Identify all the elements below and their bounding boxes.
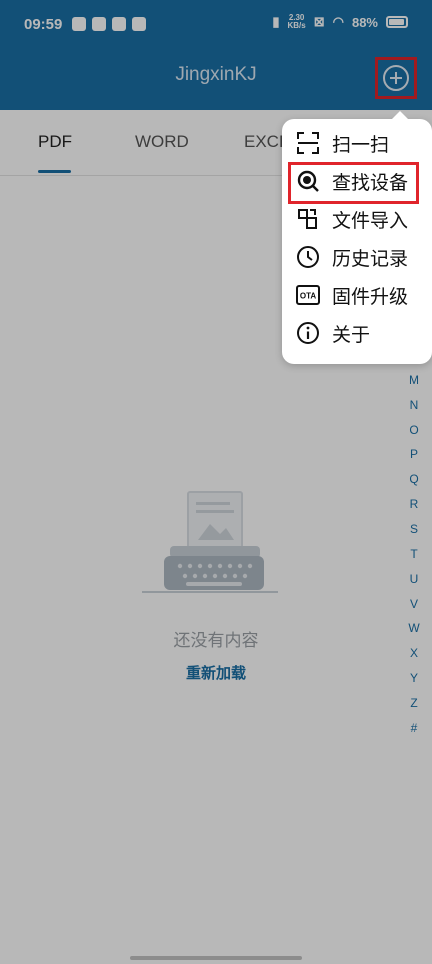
menu-item-scan[interactable]: 扫一扫 — [282, 124, 432, 162]
popup-menu: 扫一扫 查找设备 文件导入 历史记录 OTA 固件升级 关于 — [282, 111, 432, 364]
menu-item-file-import[interactable]: 文件导入 — [282, 200, 432, 238]
ota-icon: OTA — [295, 282, 321, 308]
menu-item-firmware-upgrade[interactable]: OTA 固件升级 — [282, 276, 432, 314]
history-icon — [295, 244, 321, 270]
menu-item-about[interactable]: 关于 — [282, 314, 432, 352]
home-indicator[interactable] — [130, 956, 302, 960]
menu-label: 文件导入 — [332, 209, 409, 232]
file-import-icon — [295, 206, 321, 232]
menu-label: 固件升级 — [332, 285, 409, 308]
menu-label: 历史记录 — [332, 247, 409, 270]
highlight-box — [288, 162, 419, 204]
svg-text:OTA: OTA — [300, 292, 317, 301]
menu-label: 关于 — [332, 323, 371, 346]
info-icon — [295, 320, 321, 346]
menu-item-history[interactable]: 历史记录 — [282, 238, 432, 276]
scan-icon — [295, 130, 321, 156]
menu-label: 扫一扫 — [332, 133, 390, 156]
